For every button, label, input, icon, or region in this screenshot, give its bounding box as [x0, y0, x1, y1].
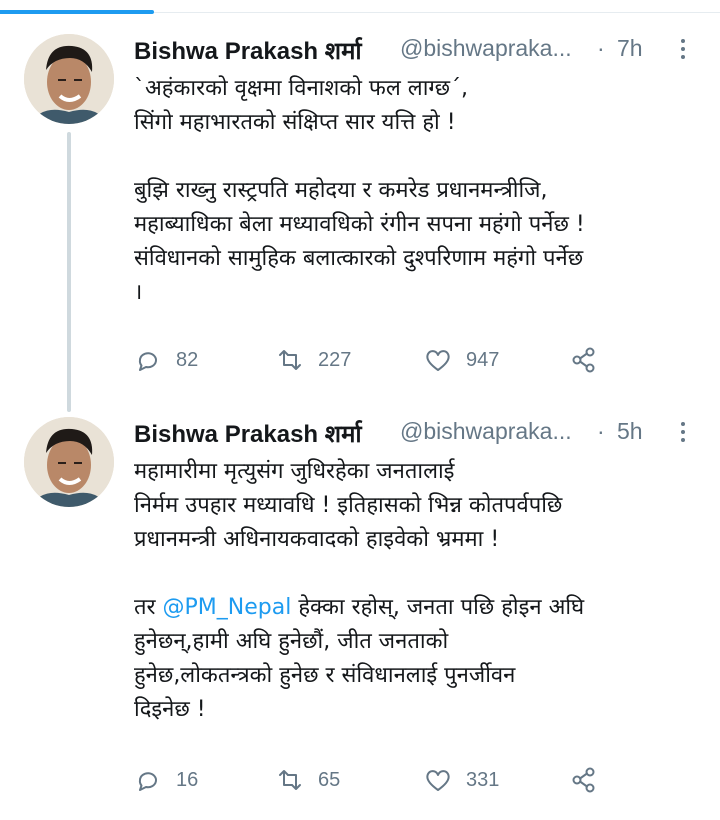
tweet-text-fragment: तर: [134, 595, 163, 620]
author-handle[interactable]: @bishwapraka...: [400, 35, 572, 62]
author-name[interactable]: Bishwa Prakash शर्मा: [134, 417, 362, 450]
author-name[interactable]: Bishwa Prakash शर्मा: [134, 34, 362, 67]
active-tab-indicator: [0, 10, 154, 14]
tweet-actions: 16 65 331: [134, 765, 614, 795]
avatar-image: [24, 417, 114, 507]
share-button[interactable]: [570, 345, 612, 375]
tweet-line: महामारीमा मृत्युसंग जुधिरहेका जनतालाई: [134, 459, 455, 484]
like-button[interactable]: 331: [424, 765, 499, 795]
tweet-line: तर @PM_Nepal हेक्का रहोस्, जनता पछि होइन…: [134, 591, 704, 625]
time-separator: ·: [597, 418, 605, 444]
retweet-icon: [279, 350, 301, 370]
tweet-line: दिइनेछ !: [134, 697, 206, 722]
like-count: 947: [466, 348, 500, 371]
avatar[interactable]: [24, 417, 114, 507]
tweet-1[interactable]: Bishwa Prakash शर्मा @bishwapraka... · 7…: [0, 34, 720, 404]
reply-icon: [138, 352, 157, 371]
avatar[interactable]: [24, 34, 114, 124]
timestamp[interactable]: 7h: [617, 35, 643, 62]
mention-link[interactable]: @PM_Nepal: [163, 595, 292, 620]
share-button[interactable]: [570, 765, 612, 795]
tweet-line: बुझि राख्नु रास्ट्रपति महोदया र कमरेड प्…: [134, 178, 548, 203]
reply-count: 82: [176, 348, 199, 371]
author-handle[interactable]: @bishwapraka...: [400, 418, 572, 445]
like-button[interactable]: 947: [424, 345, 499, 375]
avatar-image: [24, 34, 114, 124]
tweet-line: महाब्याधिका बेला मध्यावधिको रंगीन सपना म…: [134, 212, 585, 237]
reply-icon: [138, 772, 157, 791]
tweet-line: प्रधानमन्त्री अधिनायकवादको हाइवेको भ्रमम…: [134, 527, 500, 552]
retweet-button[interactable]: 227: [276, 345, 351, 375]
more-icon[interactable]: [676, 36, 690, 62]
retweet-icon: [279, 770, 301, 790]
retweet-count: 65: [318, 768, 341, 791]
heart-icon: [426, 770, 450, 791]
tweet-line: ।: [134, 280, 143, 305]
retweet-count: 227: [318, 348, 352, 371]
tweet-text: महामारीमा मृत्युसंग जुधिरहेका जनतालाई नि…: [134, 455, 704, 727]
retweet-button[interactable]: 65: [276, 765, 340, 795]
reply-button[interactable]: 82: [134, 345, 198, 375]
tweet-text-fragment: हेक्का रहोस्, जनता पछि होइन अघि: [291, 595, 585, 620]
tweet-line: हुनेछन्,हामी अघि हुनेछौं, जीत जनताको: [134, 629, 449, 654]
like-count: 331: [466, 768, 500, 791]
tweet-line: हुनेछ,लोकतन्त्रको हुनेछ र संविधानलाई पुन…: [134, 663, 516, 688]
more-icon[interactable]: [676, 419, 690, 445]
share-icon: [572, 767, 595, 793]
tweet-text: `अहंकारको वृक्षमा विनाशको फल लाग्छ´, सिं…: [134, 72, 704, 310]
tweet-actions: 82 227 947: [134, 345, 614, 375]
tweet-header: Bishwa Prakash शर्मा @bishwapraka... · 7…: [134, 34, 700, 68]
time-separator: ·: [597, 35, 605, 61]
tweet-header: Bishwa Prakash शर्मा @bishwapraka... · 5…: [134, 417, 700, 451]
reply-button[interactable]: 16: [134, 765, 198, 795]
timestamp[interactable]: 5h: [617, 418, 643, 445]
tweet-2[interactable]: Bishwa Prakash शर्मा @bishwapraka... · 5…: [0, 417, 720, 807]
tweet-line: सिंगो महाभारतको संक्षिप्त सार यत्ति हो !: [134, 110, 456, 135]
tweet-line: `अहंकारको वृक्षमा विनाशको फल लाग्छ´,: [134, 76, 468, 101]
share-icon: [572, 347, 595, 373]
tweet-line: संविधानको सामुहिक बलात्कारको दुश्परिणाम …: [134, 246, 584, 271]
tweet-line: निर्मम उपहार मध्यावधि ! इतिहासको भिन्न क…: [134, 493, 563, 518]
heart-icon: [426, 350, 450, 371]
reply-count: 16: [176, 768, 199, 791]
